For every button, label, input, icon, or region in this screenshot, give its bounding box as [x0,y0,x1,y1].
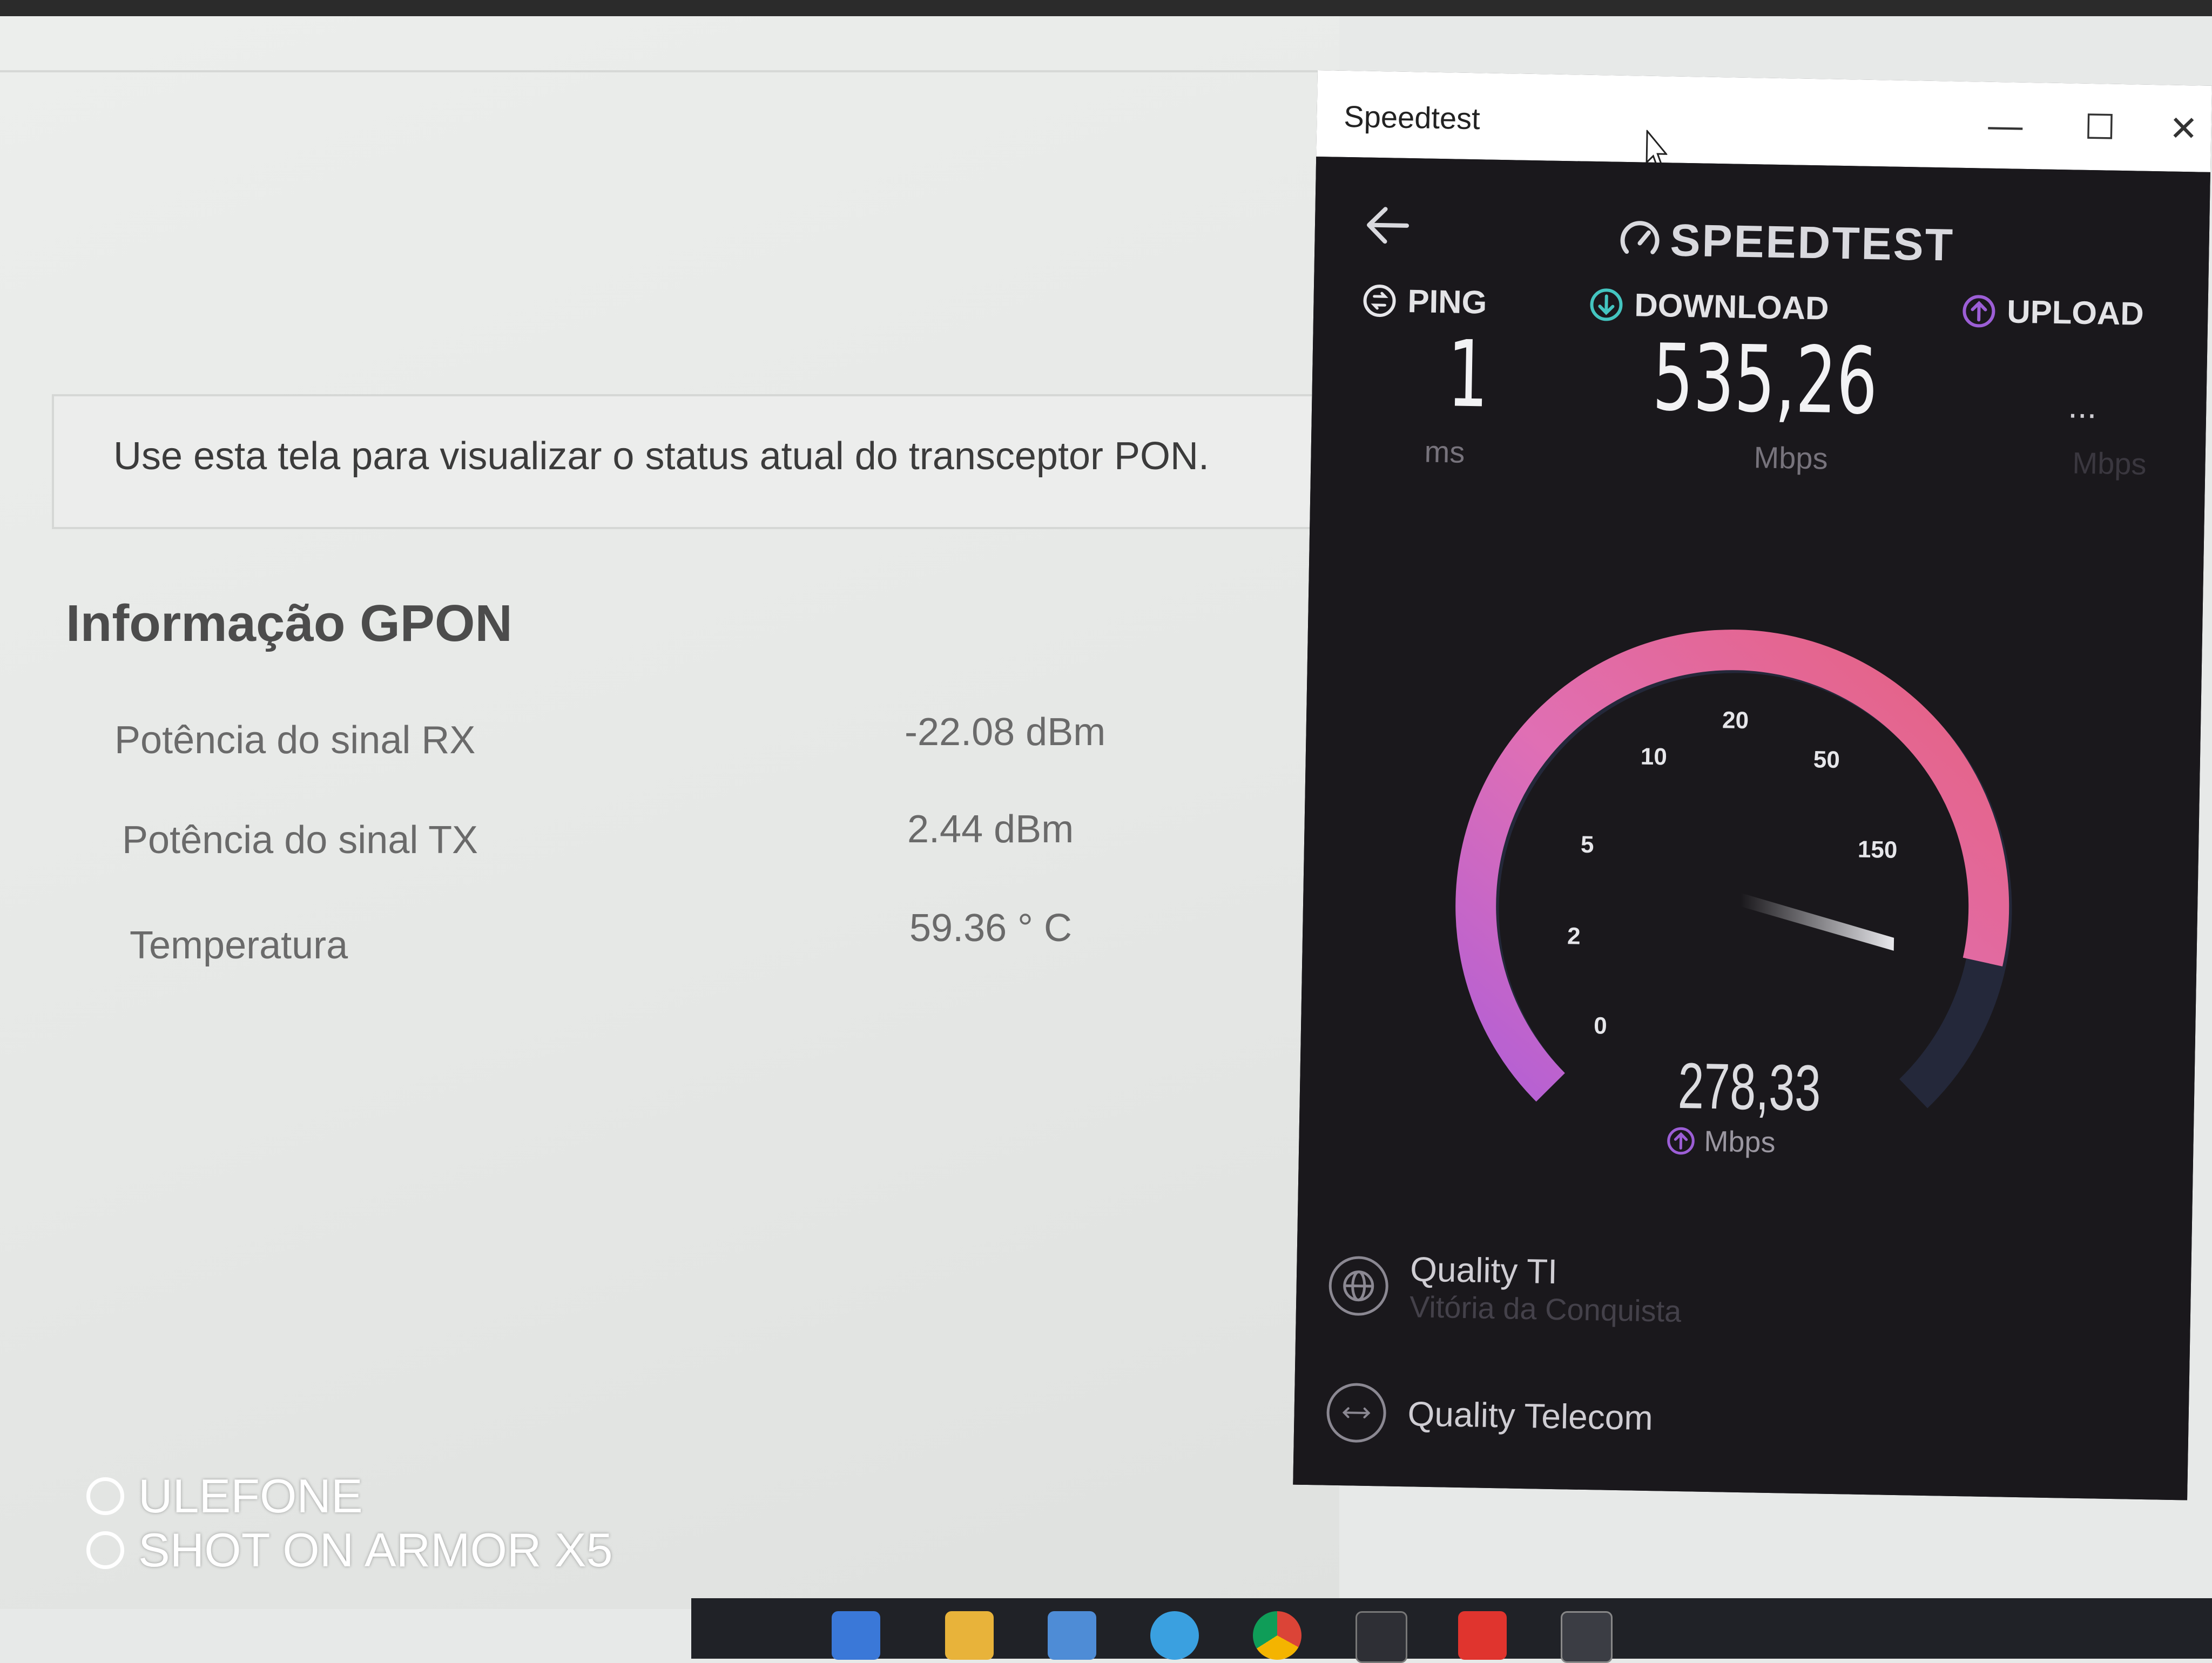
speedometer-logo-icon [1620,220,1660,254]
tx-power-value: 2.44 dBm [907,808,1074,851]
download-value: 535,26 [1651,324,1879,436]
live-speed-unit: Mbps [1666,1124,1776,1160]
ping-label: PING [1362,282,1487,321]
top-window-edge [0,0,2212,16]
globe-icon [1328,1255,1389,1316]
speedtest-app: SPEEDTEST PING 1 ms DOWNLOAD 535,26 Mbps [1293,156,2210,1500]
logo-text: SPEEDTEST [1669,214,1955,271]
maximize-button[interactable]: ☐ [2065,99,2136,154]
isp-name: Quality TI [1410,1249,1558,1292]
gauge-tick-2: 2 [1567,923,1581,949]
upload-label: UPLOAD [1961,292,2144,333]
gauge-tick-5: 5 [1581,832,1594,858]
maximize-icon: ☐ [2084,107,2116,147]
download-unit: Mbps [1754,440,1829,476]
watermark-line2: SHOT ON ARMOR X5 [138,1523,613,1577]
gauge-needle [1741,893,1894,951]
store-icon[interactable] [1048,1611,1096,1660]
section-title: Informação GPON [66,594,512,652]
window-title: Speedtest [1343,99,1481,136]
watermark-model: SHOT ON ARMOR X5 [86,1523,613,1578]
minimize-icon: — [1987,105,2024,145]
upload-unit: Mbps [2072,445,2147,481]
chrome-icon[interactable] [1253,1611,1301,1660]
server-row-isp[interactable]: Quality TI Vitória da Conquista [1328,1248,1683,1329]
description-text: Use esta tela para visualizar o status a… [113,435,1210,478]
router-status-page: Use esta tela para visualizar o status a… [0,16,1339,1609]
live-speed-unit-text: Mbps [1703,1125,1776,1159]
close-icon: ✕ [2168,109,2198,148]
live-speed-value: 278,33 [1677,1049,1822,1125]
server-icon [1326,1382,1387,1443]
upload-label-text: UPLOAD [2006,293,2144,332]
ping-label-text: PING [1407,282,1487,321]
ping-unit: ms [1424,434,1465,469]
gauge-tick-20: 20 [1722,707,1749,734]
isp-location: Vitória da Conquista [1409,1289,1682,1329]
download-icon [1590,288,1623,321]
gauge-tick-0: 0 [1594,1012,1607,1039]
back-arrow-icon[interactable] [1358,195,1418,255]
download-label: DOWNLOAD [1589,286,1829,327]
ping-icon [1363,284,1396,317]
download-label-text: DOWNLOAD [1634,287,1829,327]
temperature-value: 59.36 ° C [909,907,1072,950]
watermark-line1: ULEFONE [138,1469,363,1523]
taskbar [691,1598,2212,1663]
server-row-host[interactable]: Quality Telecom [1326,1382,1654,1448]
ping-value: 1 [1446,321,1489,429]
tx-power-label: Potência do sinal TX [122,819,478,862]
sync-icon[interactable] [1150,1611,1199,1660]
close-button[interactable]: ✕ [2148,101,2212,156]
gauge-tick-10: 10 [1640,743,1667,770]
upload-icon [1963,294,1995,327]
file-explorer-icon[interactable] [945,1611,994,1660]
gauge-tick-150: 150 [1858,836,1898,863]
title-bar[interactable]: Speedtest — ☐ ✕ [1316,70,2212,172]
anydesk-icon[interactable] [1458,1611,1507,1660]
terminal-icon[interactable] [1561,1611,1613,1663]
upload-value: ... [2067,386,2098,426]
watermark-brand: ULEFONE [86,1469,363,1524]
description-box: Use esta tela para visualizar o status a… [52,394,1337,529]
edge-icon[interactable] [832,1611,880,1660]
lens-icon [86,1531,124,1569]
speedtest-logo: SPEEDTEST [1617,213,1955,272]
page-divider [0,70,1339,72]
rx-power-label: Potência do sinal RX [114,719,476,762]
temperature-label: Temperatura [130,924,348,967]
upload-small-icon [1667,1127,1695,1155]
host-name: Quality Telecom [1407,1394,1654,1438]
speedtest-icon[interactable] [1355,1611,1407,1663]
camera-shutter-icon [86,1477,124,1515]
rx-power-value: -22.08 dBm [905,711,1106,754]
speedtest-window: Speedtest — ☐ ✕ SPEEDTEST PING 1 ms DOWN… [1293,70,2212,1500]
gauge-tick-50: 50 [1813,746,1840,773]
minimize-button[interactable]: — [1970,98,2041,153]
